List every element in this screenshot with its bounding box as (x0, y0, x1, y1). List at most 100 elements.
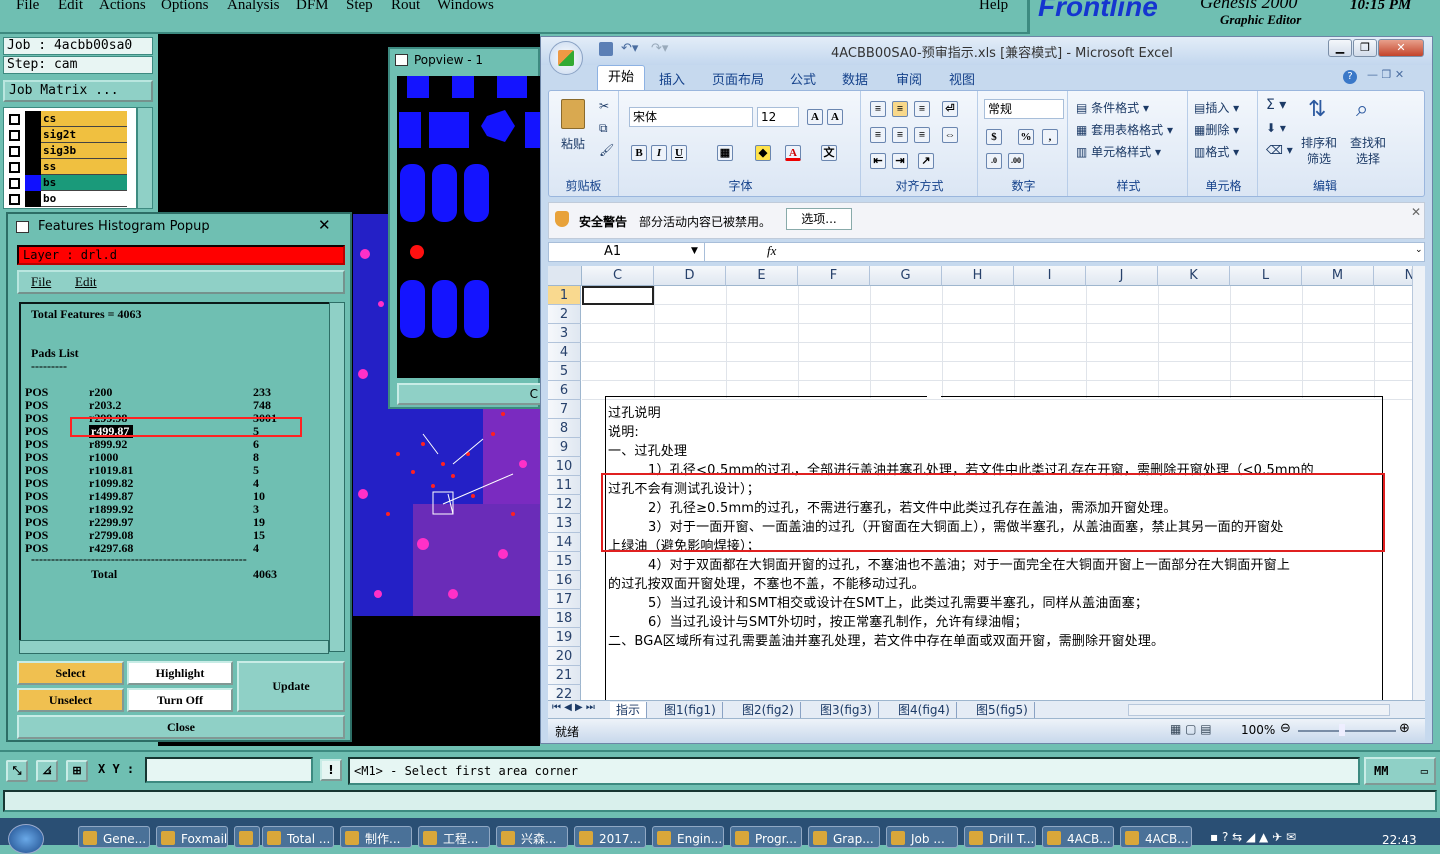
row-header[interactable]: 8 (548, 419, 581, 438)
warning-button[interactable]: ! (320, 759, 342, 781)
decrease-decimal-icon[interactable]: .00 (1008, 153, 1024, 169)
worksheet-grid[interactable]: CDEFGHIJKLMN 1 2 3 4 5 6 7 8 9 10 11 12 13 14 15 16 17 18… (548, 266, 1412, 700)
align-right-icon[interactable]: ≡ (914, 127, 930, 143)
expand-formula-icon[interactable]: ⌄ (1415, 245, 1423, 255)
popview-window[interactable]: Popview - 1 C (388, 47, 542, 409)
options-button[interactable]: 选项... (786, 208, 852, 230)
paste-icon[interactable] (561, 99, 585, 129)
minimize-button[interactable]: ▁ (1328, 39, 1352, 57)
column-header[interactable]: D (654, 266, 726, 286)
table-format-button[interactable]: ▦ 套用表格格式 ▾ (1076, 121, 1173, 138)
cell-styles-button[interactable]: ▥ 单元格样式 ▾ (1076, 143, 1161, 160)
start-button[interactable] (8, 824, 44, 854)
sort-filter-icon[interactable]: ⇅ (1308, 97, 1326, 122)
excel-titlebar[interactable]: ↶▾ ↷▾ 4ACBB00SA0-预审指示.xls [兼容模式] - Micro… (541, 37, 1432, 75)
menu-rout[interactable]: Rout (391, 0, 420, 14)
features-histogram-popup[interactable]: Features Histogram Popup ✕ Layer : drl.d… (6, 212, 352, 742)
histogram-vscroll[interactable] (329, 302, 345, 652)
formula-input[interactable] (785, 243, 1415, 261)
close-icon[interactable]: ✕ (1411, 205, 1421, 219)
tab-review[interactable]: 审阅 (896, 69, 922, 88)
layer-row[interactable]: bo (5, 191, 127, 207)
orientation-icon[interactable]: ↗ (918, 153, 934, 169)
row-header[interactable]: 18 (548, 609, 581, 628)
font-name-box[interactable]: 宋体 (629, 107, 753, 127)
row-header[interactable]: 5 (548, 362, 581, 381)
layer-checkbox[interactable] (9, 146, 20, 157)
excel-window[interactable]: ↶▾ ↷▾ 4ACBB00SA0-预审指示.xls [兼容模式] - Micro… (540, 36, 1433, 744)
vertical-scrollbar[interactable] (1412, 266, 1425, 700)
sheet-nav-icon[interactable]: ⏮ ◀ ▶ ⏭ (552, 702, 595, 713)
row-header[interactable]: 11 (548, 476, 581, 495)
menu-file[interactable]: File (31, 272, 51, 292)
units-dropdown[interactable]: MM ▭ (1364, 757, 1436, 785)
layer-row[interactable]: ss (5, 159, 127, 175)
row-header[interactable]: 17 (548, 590, 581, 609)
row-header[interactable]: 12 (548, 495, 581, 514)
close-window-button[interactable]: ✕ (1378, 39, 1424, 57)
tray-icons[interactable]: ▪ ? ⇆ ◢ ▲ ✈ ✉ (1210, 830, 1296, 844)
layer-checkbox[interactable] (9, 178, 20, 189)
font-size-box[interactable]: 12 (757, 107, 799, 127)
merge-center-icon[interactable]: ⇔ (942, 127, 958, 143)
row-header[interactable]: 3 (548, 324, 581, 343)
layer-checkbox[interactable] (9, 114, 20, 125)
tab-formulas[interactable]: 公式 (790, 69, 816, 88)
redo-icon[interactable]: ↷▾ (651, 41, 668, 56)
sheet-tab[interactable]: 图2(fig2) (736, 702, 801, 718)
row-header[interactable]: 7 (548, 400, 581, 419)
undo-icon[interactable]: ↶▾ (621, 41, 638, 56)
row-header[interactable]: 1 (548, 286, 581, 305)
layer-row[interactable]: cs (5, 111, 127, 127)
row-header[interactable]: 6 (548, 381, 581, 400)
fill-color-icon[interactable]: ◆ (755, 145, 771, 161)
sheet-tab[interactable]: 图4(fig4) (892, 702, 957, 718)
comma-icon[interactable]: , (1042, 129, 1058, 145)
histogram-titlebar[interactable]: Features Histogram Popup ✕ (8, 214, 350, 240)
row-header[interactable]: 2 (548, 305, 581, 324)
column-header[interactable]: K (1158, 266, 1230, 286)
sheet-tab[interactable]: 图5(fig5) (970, 702, 1035, 718)
tab-home[interactable]: 开始 (597, 65, 646, 91)
help-icon[interactable]: ? (1343, 70, 1357, 84)
view-buttons-icon[interactable]: ▦ ▢ ▤ (1170, 722, 1212, 736)
font-color-icon[interactable]: A (785, 145, 801, 161)
cut-icon[interactable]: ✂ (599, 99, 609, 113)
insert-cells-button[interactable]: ▤插入 ▾ (1194, 99, 1239, 116)
column-header[interactable]: E (726, 266, 798, 286)
format-cells-button[interactable]: ▥格式 ▾ (1194, 143, 1239, 160)
unselect-button[interactable]: Unselect (17, 688, 124, 712)
shrink-font-icon[interactable]: A (827, 109, 843, 125)
layer-row[interactable]: sig3b (5, 143, 127, 159)
menu-dfm[interactable]: DFM (296, 0, 329, 14)
format-painter-icon[interactable]: 🖌 (599, 143, 614, 157)
row-header[interactable]: 20 (548, 647, 581, 666)
percent-icon[interactable]: % (1018, 129, 1034, 145)
row-header[interactable]: 10 (548, 457, 581, 476)
column-header[interactable]: N (1374, 266, 1412, 286)
row-header[interactable]: 19 (548, 628, 581, 647)
tab-page-layout[interactable]: 页面布局 (712, 69, 764, 88)
sheet-tab[interactable]: 指示 (610, 702, 648, 718)
row-header[interactable]: 21 (548, 666, 581, 685)
grid-icon[interactable]: ⊞ (66, 760, 88, 782)
xy-input[interactable] (145, 757, 313, 783)
histogram-hscroll[interactable] (19, 640, 329, 654)
layer-checkbox[interactable] (9, 130, 20, 141)
layer-list-scrollbar[interactable] (137, 107, 153, 209)
row-header[interactable]: 16 (548, 571, 581, 590)
menu-help[interactable]: Help (979, 0, 1008, 14)
update-button[interactable]: Update (237, 661, 345, 712)
row-header[interactable]: 13 (548, 514, 581, 533)
column-header[interactable]: J (1086, 266, 1158, 286)
function-icon[interactable]: fx (767, 243, 776, 259)
sheet-tab[interactable]: 图3(fig3) (814, 702, 879, 718)
menu-file[interactable]: File (16, 0, 39, 14)
menu-options[interactable]: Options (161, 0, 209, 14)
sheet-tab[interactable]: 图1(fig1) (658, 702, 723, 718)
increase-decimal-icon[interactable]: .0 (986, 153, 1002, 169)
chevron-down-icon[interactable]: ▼ (691, 246, 698, 256)
turn-off-button[interactable]: Turn Off (127, 688, 233, 712)
find-select-button[interactable]: 查找和选择 (1348, 135, 1388, 167)
menu-edit[interactable]: Edit (75, 272, 97, 292)
